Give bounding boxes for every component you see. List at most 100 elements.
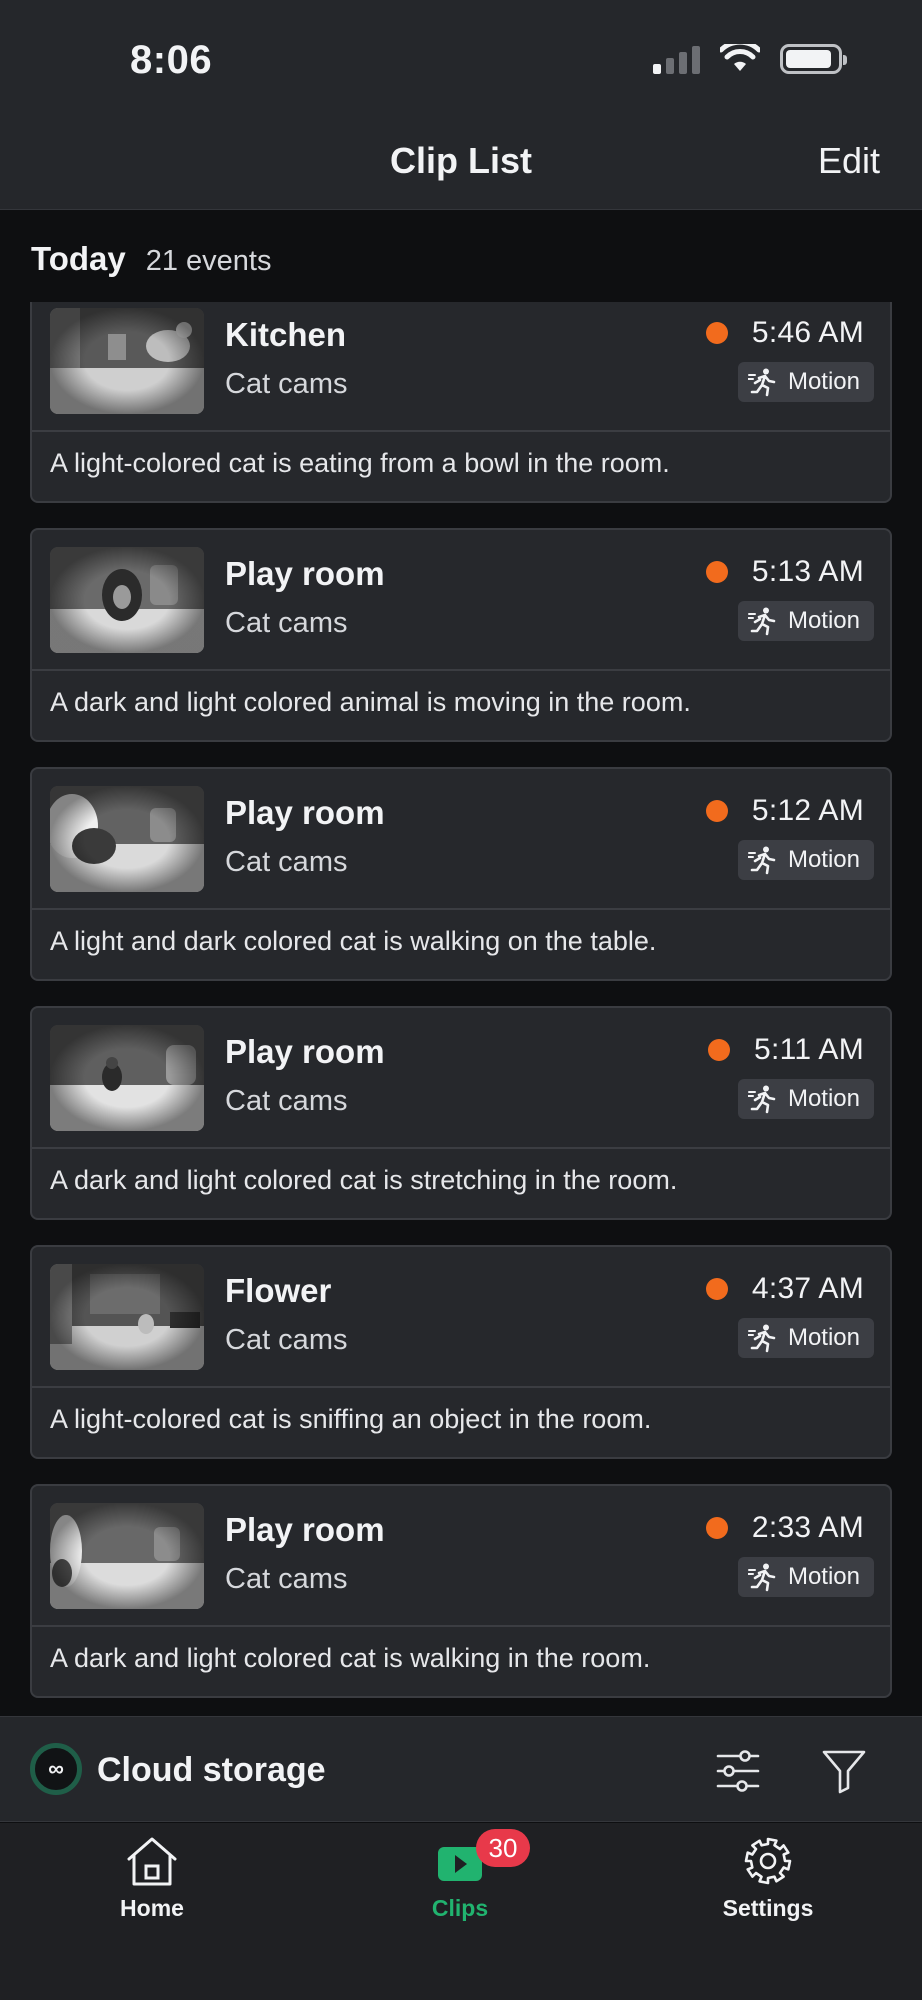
- page-title: Clip List: [390, 140, 532, 181]
- thumbnail-image: [50, 1503, 204, 1609]
- clip-time: 5:11 AM: [754, 1033, 864, 1066]
- clip-thumbnail[interactable]: [50, 1025, 204, 1131]
- motion-tag: Motion: [737, 1557, 874, 1597]
- tab-clips-label: Clips: [431, 1895, 489, 1921]
- clip-list: Kitchen Cat cams 5:46 AM Motion A light-…: [30, 302, 892, 1702]
- camera-name: Flower: [225, 1272, 332, 1309]
- clip-card[interactable]: Play room Cat cams 5:11 AM Motion A dark…: [30, 1006, 892, 1220]
- running-person-icon: [747, 368, 776, 397]
- event-dot-icon: [708, 1039, 731, 1061]
- clip-card-header: Kitchen Cat cams 5:46 AM Motion: [32, 302, 890, 432]
- adjust-settings-button[interactable]: [714, 1747, 762, 1795]
- motion-tag-label: Motion: [787, 1085, 860, 1112]
- home-icon: [127, 1837, 177, 1886]
- clip-time: 5:12 AM: [751, 794, 864, 827]
- clip-card-header: Play room Cat cams 5:13 AM Motion: [32, 530, 890, 671]
- clip-thumbnail[interactable]: [50, 1503, 204, 1609]
- section-title: Today: [31, 240, 126, 277]
- wifi-icon: [720, 44, 760, 71]
- thumbnail-image: [50, 786, 204, 892]
- clip-time-row: 5:46 AM: [705, 316, 864, 350]
- clip-card-header: Play room Cat cams 5:12 AM Motion: [32, 769, 890, 910]
- motion-tag-label: Motion: [787, 368, 860, 395]
- clip-time: 4:37 AM: [751, 1272, 864, 1305]
- thumbnail-image: [50, 1025, 204, 1131]
- event-dot-icon: [705, 561, 728, 583]
- motion-tag: Motion: [737, 362, 874, 402]
- motion-tag: Motion: [737, 1079, 874, 1119]
- clip-card[interactable]: Flower Cat cams 4:37 AM Motion A light-c…: [30, 1245, 892, 1459]
- clip-thumbnail[interactable]: [50, 308, 204, 414]
- clip-time: 5:46 AM: [751, 316, 864, 349]
- camera-name: Kitchen: [225, 316, 347, 353]
- thumbnail-image: [50, 308, 204, 414]
- tab-home-label: Home: [120, 1895, 184, 1921]
- event-dot-icon: [705, 1517, 728, 1539]
- tab-clips[interactable]: Clips 30: [360, 1823, 560, 1943]
- motion-tag-label: Motion: [787, 846, 860, 873]
- clip-time-row: 5:12 AM: [705, 794, 864, 828]
- clip-card-header: Play room Cat cams 5:11 AM Motion: [32, 1008, 890, 1149]
- event-count: 21 events: [145, 245, 272, 277]
- clip-description: A dark and light colored cat is stretchi…: [50, 1165, 678, 1195]
- clip-card[interactable]: Play room Cat cams 2:33 AM Motion A dark…: [30, 1484, 892, 1698]
- running-person-icon: [747, 1563, 776, 1592]
- clip-card-header: Play room Cat cams 2:33 AM Motion: [32, 1486, 890, 1627]
- cloud-storage-badge[interactable]: ∞: [30, 1743, 82, 1795]
- running-person-icon: [747, 1085, 776, 1114]
- clip-description: A light and dark colored cat is walking …: [50, 926, 657, 956]
- clip-time-row: 5:11 AM: [708, 1033, 864, 1067]
- event-dot-icon: [705, 322, 728, 344]
- camera-name: Play room: [225, 794, 385, 831]
- camera-group: Cat cams: [225, 1324, 348, 1356]
- clip-description: A light-colored cat is eating from a bow…: [50, 448, 670, 478]
- clips-count-badge: 30: [476, 1829, 530, 1867]
- clip-description: A light-colored cat is sniffing an objec…: [50, 1404, 652, 1434]
- tab-settings-label: Settings: [722, 1895, 814, 1921]
- thumbnail-image: [50, 547, 204, 653]
- clip-time-row: 5:13 AM: [705, 555, 864, 589]
- camera-name: Play room: [225, 555, 385, 592]
- clip-description: A dark and light colored animal is movin…: [50, 687, 691, 717]
- tab-settings[interactable]: Settings: [668, 1823, 868, 1943]
- clip-card[interactable]: Kitchen Cat cams 5:46 AM Motion A light-…: [30, 302, 892, 503]
- camera-group: Cat cams: [225, 1563, 348, 1595]
- camera-group: Cat cams: [225, 607, 348, 639]
- cloud-storage-bar: ∞ Cloud storage: [0, 1716, 922, 1822]
- event-dot-icon: [705, 1278, 728, 1300]
- edit-button[interactable]: Edit: [818, 140, 880, 182]
- gear-icon: [744, 1837, 792, 1885]
- camera-name: Play room: [225, 1033, 385, 1070]
- running-person-icon: [747, 1324, 776, 1353]
- camera-group: Cat cams: [225, 846, 348, 878]
- clip-card[interactable]: Play room Cat cams 5:12 AM Motion A ligh…: [30, 767, 892, 981]
- camera-group: Cat cams: [225, 368, 348, 400]
- tab-home[interactable]: Home: [52, 1823, 252, 1943]
- camera-name: Play room: [225, 1511, 385, 1548]
- infinity-icon: ∞: [48, 1756, 64, 1781]
- clip-time-row: 4:37 AM: [705, 1272, 864, 1306]
- motion-tag: Motion: [737, 601, 874, 641]
- clip-description: A dark and light colored cat is walking …: [50, 1643, 651, 1673]
- motion-tag: Motion: [737, 840, 874, 880]
- clip-thumbnail[interactable]: [50, 786, 204, 892]
- status-time: 8:06: [130, 38, 213, 82]
- clip-thumbnail[interactable]: [50, 547, 204, 653]
- clip-time-row: 2:33 AM: [705, 1511, 864, 1545]
- status-icons: [653, 44, 847, 74]
- filter-button[interactable]: [820, 1747, 868, 1795]
- clip-thumbnail[interactable]: [50, 1264, 204, 1370]
- motion-tag-label: Motion: [787, 1563, 860, 1590]
- battery-icon: [780, 44, 847, 74]
- filter-icon: [822, 1750, 866, 1794]
- motion-tag-label: Motion: [787, 1324, 860, 1351]
- clip-card[interactable]: Play room Cat cams 5:13 AM Motion A dark…: [30, 528, 892, 742]
- cloud-storage-label[interactable]: Cloud storage: [97, 1751, 326, 1790]
- thumbnail-image: [50, 1264, 204, 1370]
- section-header: Today 21 events: [31, 240, 272, 278]
- motion-tag-label: Motion: [787, 607, 860, 634]
- running-person-icon: [747, 607, 776, 636]
- camera-group: Cat cams: [225, 1085, 348, 1117]
- top-bar: 8:06 Clip List Edit: [0, 0, 922, 210]
- event-dot-icon: [705, 800, 728, 822]
